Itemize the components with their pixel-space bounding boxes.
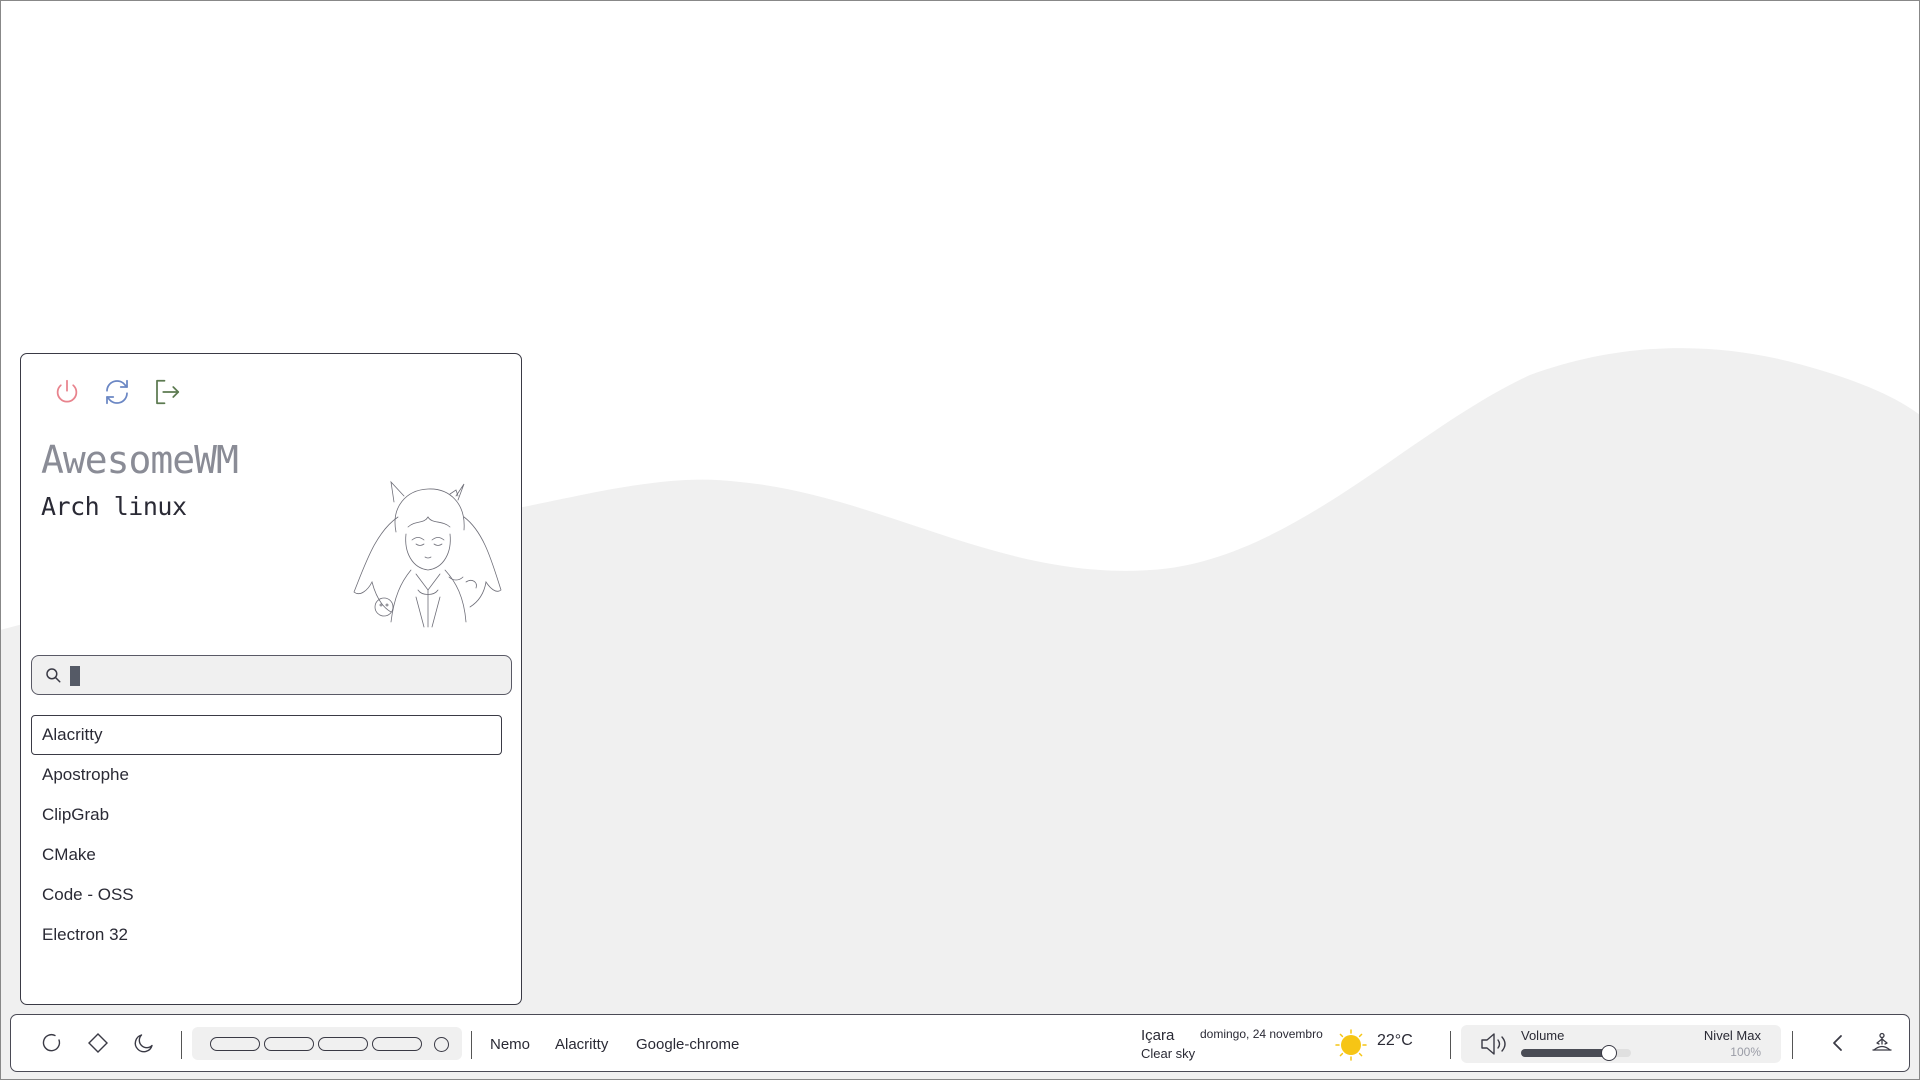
refresh-icon [106,379,128,405]
text-cursor [70,666,80,686]
volume-slider-thumb[interactable] [1601,1045,1617,1061]
task-alacritty[interactable]: Alacritty [555,1029,608,1059]
app-item-apostrophe[interactable]: Apostrophe [31,755,502,795]
speaker-icon[interactable] [1479,1030,1509,1058]
circle-icon [42,1034,61,1052]
app-item-electron[interactable]: Electron 32 [31,915,502,955]
app-item-code-oss[interactable]: Code - OSS [31,875,502,915]
workspace-tags [192,1027,462,1060]
temperature-label: 22°C [1377,1032,1413,1049]
logout-button[interactable] [147,372,187,412]
sun-icon [1335,1029,1367,1061]
moon-icon [134,1034,153,1053]
workspace-tag-5[interactable] [434,1037,449,1052]
taskbar-circle-button[interactable] [32,1023,72,1063]
separator [181,1031,182,1059]
app-list: Alacritty Apostrophe ClipGrab CMake Code… [31,715,502,955]
workspace-tag-2[interactable] [264,1037,314,1051]
chevron-left-icon [1833,1035,1842,1051]
user-menu-button[interactable] [1862,1023,1902,1063]
taskbar-diamond-button[interactable] [78,1023,118,1063]
app-launcher: AwesomeWM Arch linux Alacritty Apostroph… [20,353,522,1005]
workspace-tag-3[interactable] [318,1037,368,1051]
app-item-label: Apostrophe [42,765,129,784]
workspace-tag-1[interactable] [210,1037,260,1051]
separator [1450,1031,1451,1059]
taskbar-moon-button[interactable] [124,1023,164,1063]
taskbar: Nemo Alacritty Google-chrome Içara Clear… [10,1014,1910,1072]
app-item-label: Electron 32 [42,925,128,944]
avatar [353,480,502,628]
volume-percent: 100% [1730,1045,1761,1059]
tray-toggle-button[interactable] [1818,1023,1858,1063]
power-icon [56,379,78,403]
app-item-label: ClipGrab [42,805,110,824]
meditate-icon [1872,1032,1892,1051]
app-item-label: CMake [42,845,96,864]
diamond-icon [88,1033,108,1053]
app-item-label: Code - OSS [42,885,134,904]
volume-widget: Volume Nivel Max 100% [1461,1025,1781,1063]
app-item-alacritty[interactable]: Alacritty [31,715,502,755]
date-label: domingo, 24 novembro [1200,1027,1323,1041]
search-icon [46,668,61,683]
task-google-chrome[interactable]: Google-chrome [636,1029,739,1059]
app-item-cmake[interactable]: CMake [31,835,502,875]
volume-slider[interactable] [1521,1045,1631,1061]
restart-button[interactable] [97,372,137,412]
weather-description: Clear sky [1141,1046,1196,1061]
volume-slider-fill [1521,1049,1609,1057]
search-input[interactable] [66,660,486,690]
app-item-clipgrab[interactable]: ClipGrab [31,795,502,835]
volume-max-label: Nivel Max [1703,1028,1761,1043]
task-nemo[interactable]: Nemo [490,1029,530,1059]
search-box[interactable] [31,655,512,695]
logout-icon [156,379,180,405]
app-item-label: Alacritty [42,725,103,744]
power-button[interactable] [47,372,87,412]
volume-label: Volume [1521,1028,1565,1043]
distro-label: Arch linux [41,492,187,521]
separator [471,1031,472,1059]
weather-city: Içara [1141,1027,1175,1044]
separator [1792,1031,1793,1059]
wm-title: AwesomeWM [41,438,239,482]
workspace-tag-4[interactable] [372,1037,422,1051]
